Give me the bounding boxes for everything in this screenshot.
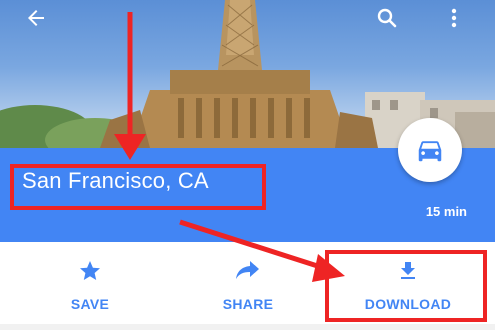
search-button[interactable] bbox=[375, 6, 407, 38]
share-arrow-icon bbox=[236, 261, 259, 279]
place-title: San Francisco, CA bbox=[22, 168, 209, 193]
share-button[interactable]: SHARE bbox=[206, 242, 290, 324]
travel-time: 15 min bbox=[425, 204, 467, 219]
share-label: SHARE bbox=[222, 296, 274, 312]
save-label: SAVE bbox=[70, 296, 110, 312]
car-icon bbox=[418, 141, 442, 162]
download-button[interactable]: DOWNLOAD bbox=[346, 242, 470, 324]
arrow-left-icon bbox=[28, 10, 44, 26]
back-button[interactable] bbox=[24, 6, 56, 38]
download-icon bbox=[401, 262, 415, 279]
search-icon bbox=[377, 8, 397, 28]
directions-button[interactable] bbox=[398, 118, 462, 182]
star-icon bbox=[80, 261, 100, 280]
bottom-divider bbox=[0, 324, 495, 330]
place-actions: SAVE SHARE DOWNLOAD bbox=[0, 242, 495, 324]
more-options-button[interactable] bbox=[442, 6, 474, 38]
save-button[interactable]: SAVE bbox=[48, 242, 132, 324]
more-vert-icon bbox=[451, 8, 457, 28]
download-label: DOWNLOAD bbox=[364, 296, 452, 312]
